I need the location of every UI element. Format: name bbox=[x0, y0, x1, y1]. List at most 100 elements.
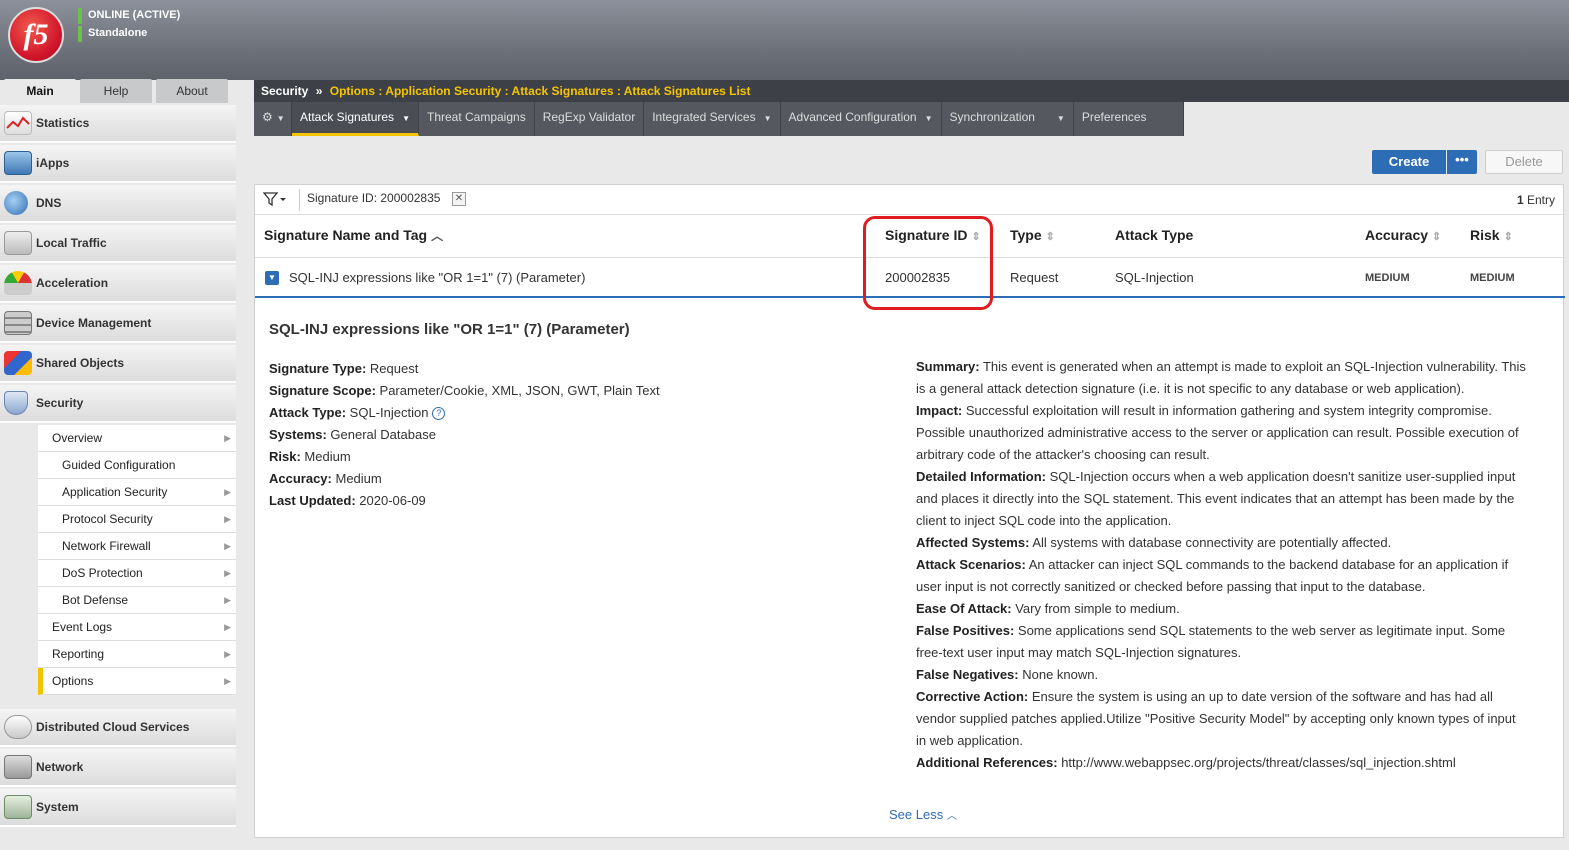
sub-event-logs[interactable]: Event Logs ▶ bbox=[38, 614, 236, 641]
sidebar-item-label: Device Management bbox=[36, 316, 152, 330]
reference-link[interactable]: http://www.webappsec.org/projects/threat… bbox=[1058, 755, 1456, 770]
sidebar-item-label: Shared Objects bbox=[36, 356, 125, 370]
menu-integrated-services[interactable]: Integrated Services ▼ bbox=[644, 102, 781, 136]
acceleration-gauge-icon bbox=[4, 271, 32, 295]
sidebar-item-shared-objects[interactable]: Shared Objects bbox=[0, 345, 236, 383]
detail-title: SQL-INJ expressions like "OR 1=1" (7) (P… bbox=[269, 321, 630, 338]
sub-label: Protocol Security bbox=[62, 512, 153, 526]
sort-icon: ⇕ bbox=[1045, 231, 1055, 243]
sub-overview[interactable]: Overview ▶ bbox=[38, 425, 236, 452]
tab-help[interactable]: Help bbox=[80, 79, 152, 103]
col-type[interactable]: Type ⇕ bbox=[1010, 227, 1055, 243]
breadcrumb-path[interactable]: Options : Application Security : Attack … bbox=[330, 84, 751, 98]
sub-options[interactable]: Options ▶ bbox=[38, 668, 236, 695]
sidebar-item-iapps[interactable]: iApps bbox=[0, 145, 236, 183]
menu-advanced-configuration[interactable]: Advanced Configuration ▼ bbox=[781, 102, 942, 136]
desc-detailed-information: Detailed Information: SQL-Injection occu… bbox=[916, 466, 1528, 532]
menu-regexp-validator[interactable]: RegExp Validator bbox=[535, 102, 645, 136]
col-signature-name[interactable]: Signature Name and Tag ︿ bbox=[264, 227, 443, 244]
col-accuracy[interactable]: Accuracy ⇕ bbox=[1365, 227, 1441, 243]
statistics-icon bbox=[4, 111, 32, 135]
chevron-right-icon: ▶ bbox=[224, 622, 231, 632]
shared-objects-icon bbox=[4, 351, 32, 375]
desc-key: Additional References: bbox=[916, 755, 1058, 770]
sub-protocol-security[interactable]: Protocol Security ▶ bbox=[38, 506, 236, 533]
filter-icon[interactable] bbox=[262, 191, 287, 210]
tab-main[interactable]: Main bbox=[4, 79, 76, 103]
desc-key: Ease Of Attack: bbox=[916, 601, 1012, 616]
cell-signature-name[interactable]: SQL-INJ expressions like "OR 1=1" (7) (P… bbox=[289, 270, 585, 285]
prop-value: 2020-06-09 bbox=[355, 493, 426, 508]
caret-down-icon: ▼ bbox=[402, 114, 410, 123]
breadcrumb-root[interactable]: Security bbox=[261, 84, 308, 98]
prop-key: Signature Type: bbox=[269, 361, 367, 376]
sidebar-item-device-management[interactable]: Device Management bbox=[0, 305, 236, 343]
filter-bar: Signature ID: 200002835 ✕ 1 Entry bbox=[255, 185, 1565, 215]
sub-network-firewall[interactable]: Network Firewall ▶ bbox=[38, 533, 236, 560]
sub-guided-configuration[interactable]: Guided Configuration bbox=[38, 452, 236, 479]
menu-label: Threat Campaigns bbox=[426, 110, 526, 124]
prop-signature-type: Signature Type: Request bbox=[269, 358, 869, 380]
desc-value: All systems with database connectivity a… bbox=[1029, 535, 1392, 550]
sort-ascending-icon: ︿ bbox=[431, 229, 444, 243]
col-risk[interactable]: Risk ⇕ bbox=[1470, 227, 1513, 243]
sidebar-item-local-traffic[interactable]: Local Traffic bbox=[0, 225, 236, 263]
chevron-right-icon: ▶ bbox=[224, 676, 231, 686]
device-status: ONLINE (ACTIVE) Standalone bbox=[78, 8, 180, 44]
entries-count: 1 Entry bbox=[1517, 193, 1555, 207]
tab-about[interactable]: About bbox=[156, 79, 228, 103]
more-options-button[interactable]: ••• bbox=[1447, 150, 1477, 174]
gear-icon: ⚙ bbox=[262, 110, 273, 124]
sort-icon: ⇕ bbox=[1503, 231, 1513, 243]
sidebar-item-label: Network bbox=[36, 760, 84, 774]
desc-false-positives: False Positives: Some applications send … bbox=[916, 620, 1528, 664]
col-label: Accuracy bbox=[1365, 227, 1429, 243]
sub-label: Overview bbox=[52, 431, 103, 445]
sidebar-item-statistics[interactable]: Statistics bbox=[0, 105, 236, 143]
prop-risk: Risk: Medium bbox=[269, 446, 869, 468]
sub-label: Reporting bbox=[52, 647, 105, 661]
prop-key: Attack Type: bbox=[269, 405, 347, 420]
sidebar-item-network[interactable]: Network bbox=[0, 749, 236, 787]
see-less-link[interactable]: See Less ︿ bbox=[889, 807, 957, 822]
sub-reporting[interactable]: Reporting ▶ bbox=[38, 641, 236, 668]
prop-last-updated: Last Updated: 2020-06-09 bbox=[269, 490, 869, 512]
detail-description: Summary: This event is generated when an… bbox=[916, 356, 1528, 774]
sub-label: Event Logs bbox=[52, 620, 113, 634]
caret-down-icon: ▼ bbox=[924, 114, 933, 123]
menu-synchronization[interactable]: Synchronization ▼ bbox=[942, 102, 1074, 136]
help-icon[interactable]: ? bbox=[432, 407, 446, 421]
chevron-right-icon: ▶ bbox=[224, 568, 231, 578]
top-tabs: Main Help About bbox=[4, 79, 228, 103]
sub-application-security[interactable]: Application Security ▶ bbox=[38, 479, 236, 506]
prop-value: Parameter/Cookie, XML, JSON, GWT, Plain … bbox=[375, 383, 660, 398]
sub-dos-protection[interactable]: DoS Protection ▶ bbox=[38, 560, 236, 587]
sidebar-item-label: DNS bbox=[36, 196, 62, 210]
cell-risk: MEDIUM bbox=[1470, 272, 1515, 284]
sidebar-item-dns[interactable]: DNS bbox=[0, 185, 236, 223]
desc-affected-systems: Affected Systems: All systems with datab… bbox=[916, 532, 1528, 554]
delete-button[interactable]: Delete bbox=[1485, 150, 1563, 174]
sidebar-item-system[interactable]: System bbox=[0, 789, 236, 827]
gear-menu[interactable]: ⚙ ▼ bbox=[254, 102, 292, 136]
sidebar-item-acceleration[interactable]: Acceleration bbox=[0, 265, 236, 303]
dns-globe-icon bbox=[4, 191, 28, 215]
sub-label: Bot Defense bbox=[62, 593, 129, 607]
chevron-right-icon: ▶ bbox=[224, 541, 231, 551]
chevron-right-icon: ▶ bbox=[224, 595, 231, 605]
create-button[interactable]: Create bbox=[1372, 150, 1446, 174]
menu-attack-signatures[interactable]: Attack Signatures ▼ bbox=[292, 102, 419, 136]
sidebar-item-distributed-cloud[interactable]: Distributed Cloud Services bbox=[0, 709, 236, 747]
f5-logo[interactable]: f5 bbox=[8, 7, 64, 63]
menu-threat-campaigns[interactable]: Threat Campaigns bbox=[419, 102, 535, 136]
collapse-row-icon[interactable]: ▼ bbox=[265, 271, 279, 285]
menu-preferences[interactable]: Preferences bbox=[1074, 102, 1184, 136]
col-attack-type[interactable]: Attack Type bbox=[1115, 227, 1193, 243]
sidebar-item-security[interactable]: Security bbox=[0, 385, 236, 423]
col-label: Attack Type bbox=[1115, 227, 1194, 243]
remove-filter-icon[interactable]: ✕ bbox=[452, 192, 466, 206]
see-less-label: See Less bbox=[889, 807, 944, 822]
sort-icon: ⇕ bbox=[1432, 231, 1442, 243]
sub-bot-defense[interactable]: Bot Defense ▶ bbox=[38, 587, 236, 614]
sub-label: DoS Protection bbox=[62, 566, 143, 580]
